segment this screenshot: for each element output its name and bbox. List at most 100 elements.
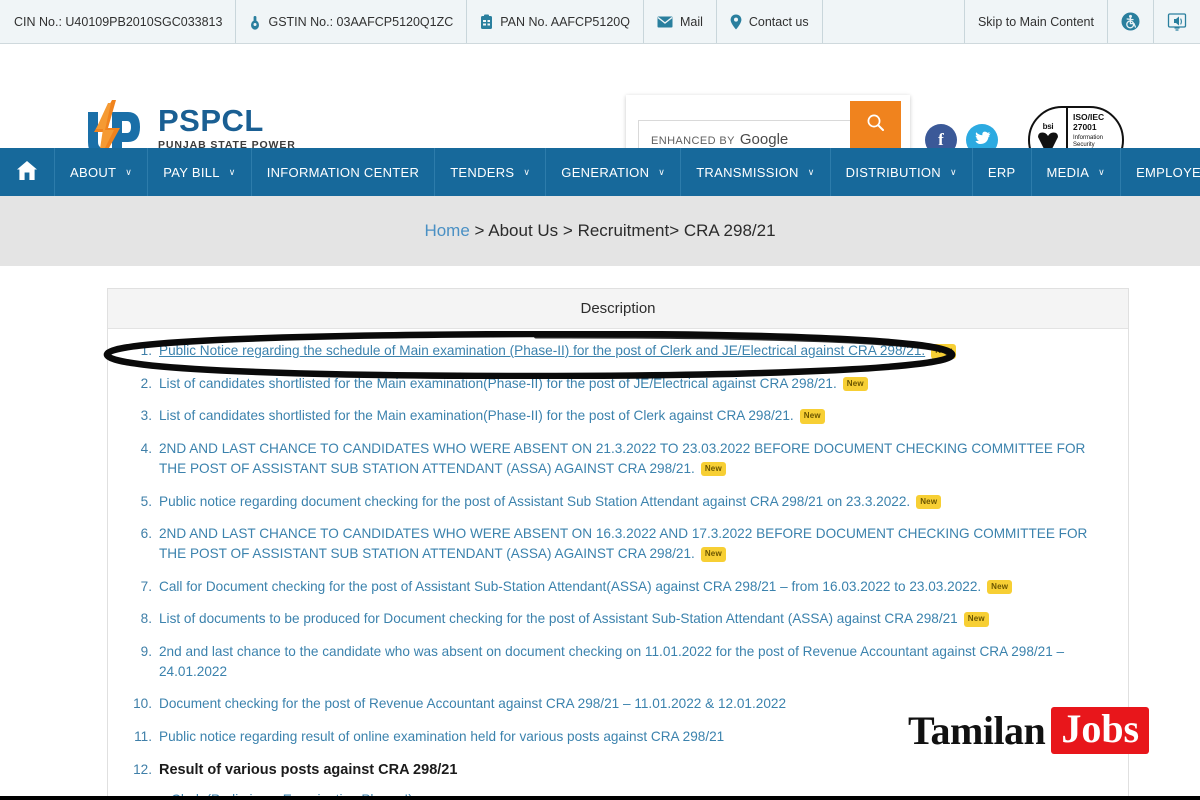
chevron-down-icon: ∨: [523, 166, 531, 177]
notice-link[interactable]: Document checking for the post of Revenu…: [159, 696, 786, 711]
new-badge: New: [700, 461, 726, 477]
brand-band: PSPCL PUNJAB STATE POWER CORPORATION LTD…: [0, 44, 1200, 182]
nav-item-home[interactable]: [0, 148, 55, 196]
list-item-body: Call for Document checking for the post …: [159, 577, 1110, 597]
nav-item-generation[interactable]: GENERATION ∨: [546, 148, 682, 196]
home-icon: [16, 160, 38, 184]
search-button[interactable]: [850, 101, 901, 149]
twitter-icon: [974, 131, 991, 150]
nav-item-employees-corner[interactable]: EMPLOYEES CORNER ∨: [1121, 148, 1200, 196]
cin-number-cell: CIN No.: U40109PB2010SGC033813: [0, 0, 237, 43]
topbar-spacer: [823, 0, 965, 43]
list-item-number: 4.: [140, 441, 152, 457]
chevron-down-icon: ∨: [658, 166, 666, 177]
nav-label-transmission: TRANSMISSION: [696, 164, 799, 180]
breadcrumb-sep-1: >: [469, 221, 489, 240]
new-badge: New: [963, 612, 989, 627]
list-item: 8. List of documents to be produced for …: [130, 609, 1110, 629]
table-header-row: Description: [108, 289, 1128, 329]
list-item: 1. Public Notice regarding the schedule …: [130, 341, 1110, 361]
screen-reader-button[interactable]: [1154, 0, 1200, 43]
nav-item-information-center[interactable]: INFORMATION CENTER: [252, 148, 436, 196]
main-navigation: ABOUT ∨ PAY BILL ∨ INFORMATION CENTER TE…: [0, 148, 1200, 196]
mail-label: Mail: [679, 14, 703, 29]
watermark-text-tamilan: Tamilan: [908, 708, 1046, 753]
list-item-number: 12.: [133, 761, 152, 777]
breadcrumb-recruitment[interactable]: Recruitment: [578, 221, 670, 240]
list-item-body: Result of various posts against CRA 298/…: [159, 760, 1110, 800]
nav-item-tenders[interactable]: TENDERS ∨: [435, 148, 547, 196]
nav-label-generation: GENERATION: [561, 164, 650, 180]
facebook-icon: f: [938, 130, 944, 149]
pan-label: PAN No. AAFCP5120Q: [500, 14, 630, 29]
top-info-bar: CIN No.: U40109PB2010SGC033813 GSTIN No.…: [0, 0, 1200, 44]
list-item-body: 2ND AND LAST CHANCE TO CANDIDATES WHO WE…: [159, 524, 1110, 563]
new-badge: New: [842, 376, 868, 392]
new-badge: New: [916, 494, 942, 510]
mail-link[interactable]: Mail: [644, 0, 717, 43]
nav-label-about: ABOUT: [70, 164, 117, 180]
nav-item-pay-bill[interactable]: PAY BILL ∨: [148, 148, 252, 196]
list-item-body: List of documents to be produced for Doc…: [159, 609, 1110, 629]
accessibility-button[interactable]: [1108, 0, 1154, 43]
nav-item-distribution[interactable]: DISTRIBUTION ∨: [831, 148, 973, 196]
notice-link[interactable]: 2ND AND LAST CHANCE TO CANDIDATES WHO WE…: [159, 441, 1085, 476]
watermark-text-jobs: Jobs: [1051, 707, 1150, 754]
contact-us-label: Contact us: [748, 14, 809, 29]
nav-item-about[interactable]: ABOUT ∨: [55, 148, 149, 196]
breadcrumb-sep-2: >: [558, 221, 578, 240]
breadcrumb: Home > About Us > Recruitment> CRA 298/2…: [424, 221, 775, 241]
breadcrumb-sep-3: >: [669, 221, 684, 240]
new-badge: New: [700, 546, 726, 562]
notice-link[interactable]: Call for Document checking for the post …: [159, 579, 981, 594]
list-item: 9. 2nd and last chance to the candidate …: [130, 642, 1110, 681]
search-icon: [866, 113, 885, 137]
bottom-crop-strip: [0, 796, 1200, 800]
screen-reader-audio-icon: [1167, 12, 1187, 32]
breadcrumb-about-us[interactable]: About Us: [488, 221, 558, 240]
list-item-number: 2.: [140, 375, 152, 391]
search-placeholder: ENHANCED BY Google: [651, 131, 788, 148]
bsi-wordmark: bsi: [1042, 122, 1054, 131]
list-item-body: Public Notice regarding the schedule of …: [159, 341, 1110, 361]
list-item-number: 5.: [140, 493, 152, 509]
list-item: 4. 2ND AND LAST CHANCE TO CANDIDATES WHO…: [130, 439, 1110, 478]
chevron-down-icon: ∨: [125, 166, 133, 177]
list-item-number: 1.: [140, 343, 152, 358]
iso-standard-line2: 27001: [1073, 121, 1097, 132]
brand-title: PSPCL: [158, 103, 264, 138]
notice-link[interactable]: Public Notice regarding the schedule of …: [159, 343, 925, 358]
nav-label-pay-bill: PAY BILL: [163, 164, 220, 180]
new-badge: New: [987, 579, 1013, 595]
breadcrumb-home-link[interactable]: Home: [424, 221, 469, 240]
chevron-down-icon: ∨: [807, 166, 815, 177]
skip-to-main-content-link[interactable]: Skip to Main Content: [965, 0, 1108, 43]
column-header-description: Description: [580, 300, 656, 317]
contact-us-link[interactable]: Contact us: [717, 0, 823, 43]
notice-link[interactable]: List of documents to be produced for Doc…: [159, 611, 958, 626]
nav-label-tenders: TENDERS: [450, 164, 515, 180]
notice-link[interactable]: List of candidates shortlisted for the M…: [159, 376, 837, 391]
location-pin-icon: [730, 14, 742, 30]
list-item: 5. Public notice regarding document chec…: [130, 492, 1110, 512]
nav-item-media[interactable]: MEDIA ∨: [1032, 148, 1122, 196]
list-item-number: 7.: [140, 578, 152, 594]
pspcl-recruitment-page: CIN No.: U40109PB2010SGC033813 GSTIN No.…: [0, 0, 1200, 800]
notice-link[interactable]: Public notice regarding document checkin…: [159, 494, 910, 509]
notice-link[interactable]: 2nd and last chance to the candidate who…: [159, 644, 1064, 679]
gstin-label: GSTIN No.: 03AAFCP5120Q1ZC: [268, 14, 454, 29]
nav-item-erp[interactable]: ERP: [973, 148, 1032, 196]
list-item-body: List of candidates shortlisted for the M…: [159, 374, 1110, 394]
notice-link[interactable]: Public notice regarding result of online…: [159, 729, 724, 744]
search-placeholder-brand: Google: [739, 130, 789, 148]
pan-number-cell: PAN No. AAFCP5120Q: [467, 0, 644, 43]
new-badge: New: [799, 409, 825, 424]
list-item-number: 8.: [140, 611, 152, 627]
new-badge: New: [931, 344, 957, 359]
notice-link[interactable]: List of candidates shortlisted for the M…: [159, 408, 794, 423]
nav-item-transmission[interactable]: TRANSMISSION ∨: [681, 148, 831, 196]
notice-link[interactable]: 2ND AND LAST CHANCE TO CANDIDATES WHO WE…: [159, 526, 1087, 561]
gstin-number-cell: GSTIN No.: 03AAFCP5120Q1ZC: [236, 0, 468, 43]
list-item-body: Public notice regarding document checkin…: [159, 492, 1110, 512]
wheelchair-accessibility-icon: [1121, 12, 1140, 31]
